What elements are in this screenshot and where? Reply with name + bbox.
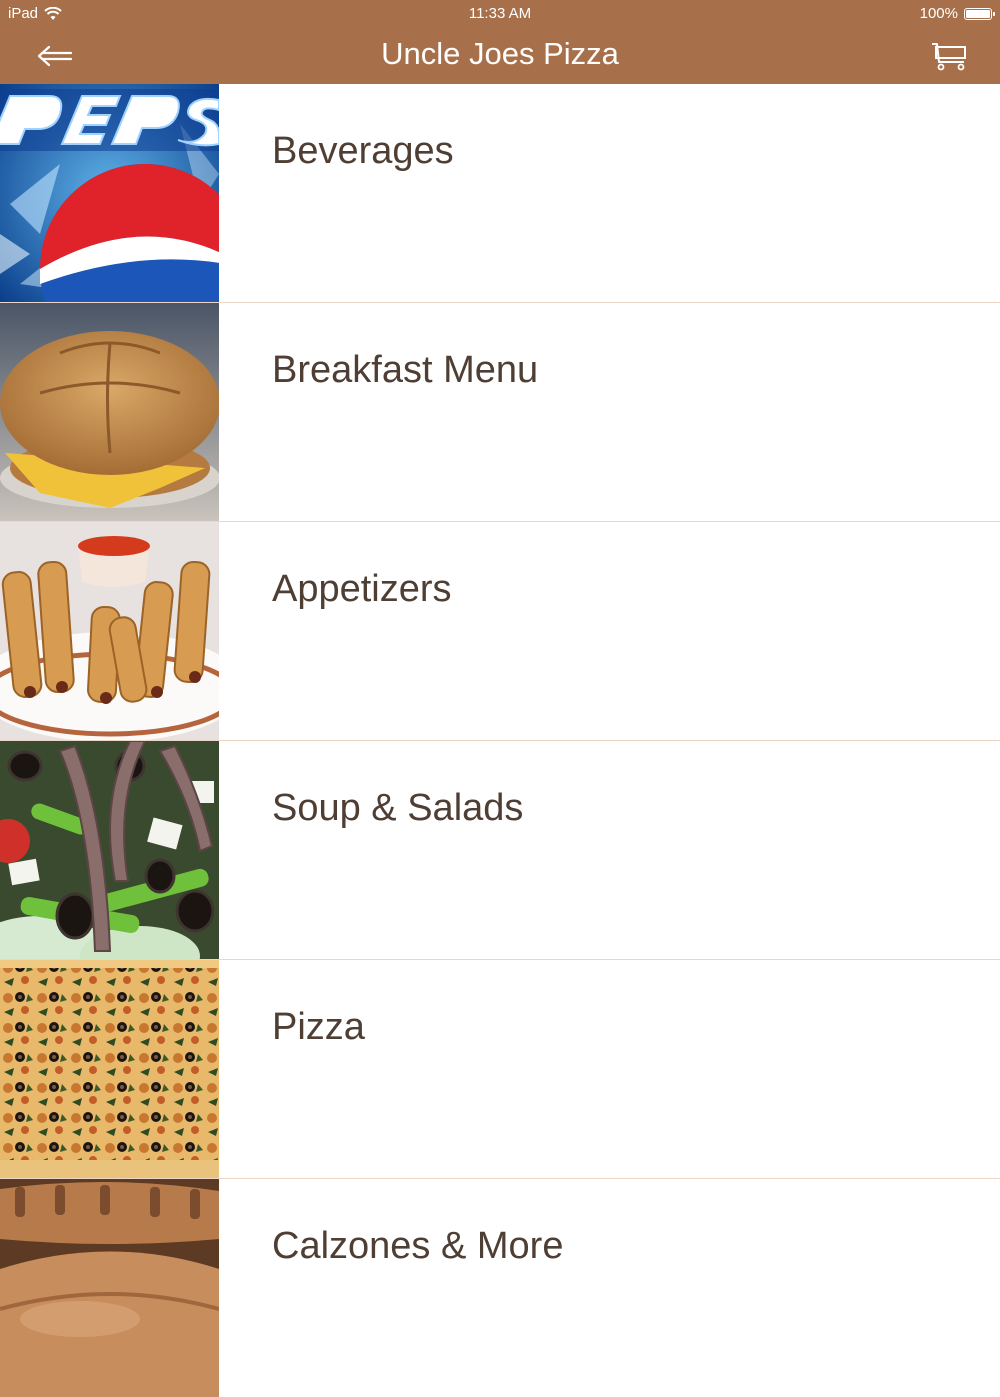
status-right: 100%: [919, 5, 995, 22]
menu-item-soup-salads[interactable]: Soup & Salads: [0, 741, 1000, 960]
page-title: Uncle Joes Pizza: [381, 36, 619, 71]
calzone-image: [0, 1179, 219, 1397]
menu-item-label: Breakfast Menu: [272, 349, 539, 391]
menu-item-label: Pizza: [272, 1006, 365, 1048]
salad-image: [0, 741, 219, 959]
cart-icon: [932, 43, 966, 71]
status-time: 11:33 AM: [468, 5, 532, 22]
nav-bar: Uncle Joes Pizza: [0, 28, 1000, 84]
menu-item-label: Calzones & More: [272, 1225, 564, 1267]
pepsi-image: [0, 84, 219, 302]
battery-percent: 100%: [919, 5, 958, 22]
menu-list: Beverages Breakfast Menu Appetizers Soup…: [0, 84, 1000, 1397]
status-bar: iPad 11:33 AM 100%: [0, 0, 1000, 28]
cart-button[interactable]: [926, 36, 972, 76]
menu-item-label: Appetizers: [272, 568, 452, 610]
top-bar: iPad 11:33 AM 100% Uncle Joes Pizza: [0, 0, 1000, 84]
menu-item-pizza[interactable]: Pizza: [0, 960, 1000, 1179]
pizza-image: [0, 960, 219, 1178]
taquitos-image: [0, 522, 219, 740]
menu-item-label: Soup & Salads: [272, 787, 524, 829]
menu-item-label: Beverages: [272, 130, 454, 172]
battery-icon: [964, 7, 995, 20]
breakfast-sandwich-image: [0, 303, 219, 521]
menu-item-calzones[interactable]: Calzones & More: [0, 1179, 1000, 1397]
menu-item-appetizers[interactable]: Appetizers: [0, 522, 1000, 741]
menu-item-beverages[interactable]: Beverages: [0, 84, 1000, 303]
menu-item-breakfast[interactable]: Breakfast Menu: [0, 303, 1000, 522]
